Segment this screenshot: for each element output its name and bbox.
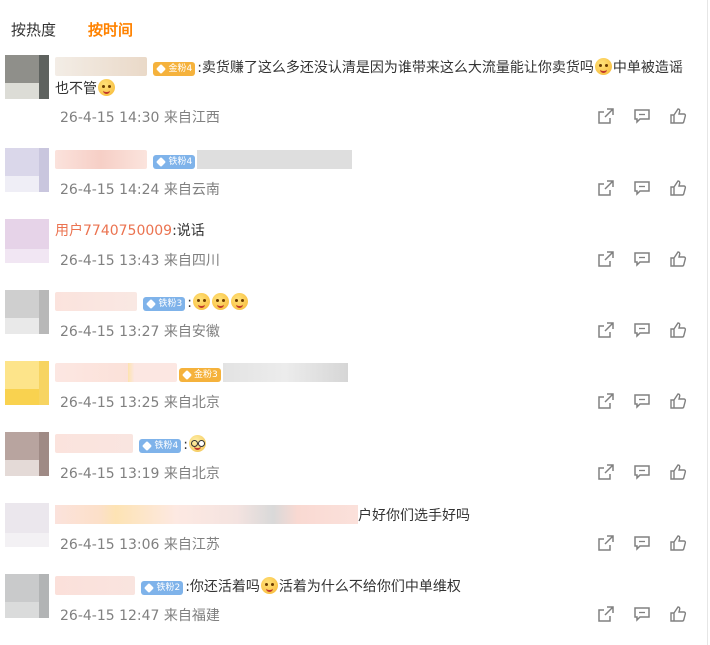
blurred-text bbox=[55, 505, 358, 524]
smile-emoji-icon bbox=[192, 293, 210, 310]
share-icon[interactable] bbox=[597, 463, 617, 481]
comment-content: 铁粉3: bbox=[55, 292, 695, 314]
fan-badge[interactable]: 铁粉4 bbox=[153, 155, 196, 169]
username-blurred[interactable] bbox=[55, 363, 177, 382]
comment-text: : bbox=[187, 295, 192, 311]
share-icon[interactable] bbox=[597, 605, 617, 623]
comment-icon[interactable] bbox=[633, 392, 653, 410]
share-icon[interactable] bbox=[597, 250, 617, 268]
comment-text-continued: 活着为什么不给你们中单维权 bbox=[278, 579, 461, 595]
comment-item: 金粉4:卖货赚了这么多还没认清是因为谁带来这么大流量能让你卖货吗 中单被造谣也不管… bbox=[0, 55, 708, 126]
comment-text: : bbox=[183, 437, 188, 453]
comment-actions bbox=[597, 107, 705, 125]
comment-icon[interactable] bbox=[633, 605, 653, 623]
share-icon[interactable] bbox=[597, 107, 617, 125]
avatar[interactable] bbox=[5, 574, 49, 618]
comment-meta: 26-4-15 13:06 来自江苏 bbox=[60, 537, 220, 553]
comment-item: 户好你们选手好吗 26-4-15 13:06 来自江苏 bbox=[0, 503, 708, 573]
smile-emoji-icon bbox=[260, 577, 278, 594]
smile-emoji-icon bbox=[211, 293, 229, 310]
blurred-text bbox=[222, 363, 348, 382]
username-blurred[interactable] bbox=[55, 434, 133, 453]
thumbs-up-icon[interactable] bbox=[669, 392, 689, 410]
comment-text: 户好你们选手好吗 bbox=[358, 508, 470, 524]
sort-tabs: 按热度 按时间 bbox=[11, 18, 165, 40]
fan-badge[interactable]: 金粉3 bbox=[179, 368, 221, 382]
fan-badge[interactable]: 铁粉3 bbox=[143, 297, 186, 311]
comment-meta: 26-4-15 13:25 来自北京 bbox=[60, 395, 220, 411]
comment-meta: 26-4-15 13:27 来自安徽 bbox=[60, 324, 220, 340]
comment-actions bbox=[597, 179, 705, 197]
comment-actions bbox=[597, 605, 705, 623]
glasses-emoji-icon bbox=[188, 435, 206, 452]
thumbs-up-icon[interactable] bbox=[669, 321, 689, 339]
comment-meta: 26-4-15 14:30 来自江西 bbox=[60, 110, 220, 126]
comment-actions bbox=[597, 463, 705, 481]
avatar[interactable] bbox=[5, 55, 49, 99]
comment-item: 金粉3 26-4-15 13:25 来自北京 bbox=[0, 361, 708, 431]
username-blurred[interactable] bbox=[55, 576, 135, 595]
comment-content: 金粉3 bbox=[55, 363, 695, 385]
comment-text: :说话 bbox=[172, 223, 205, 239]
comment-icon[interactable] bbox=[633, 534, 653, 552]
comment-actions bbox=[597, 250, 705, 268]
avatar[interactable] bbox=[5, 148, 49, 192]
fan-badge[interactable]: 金粉4 bbox=[153, 62, 196, 76]
blurred-text bbox=[197, 150, 353, 169]
thumbs-up-icon[interactable] bbox=[669, 179, 689, 197]
comment-item: 用户7740750009:说话 26-4-15 13:43 来自四川 bbox=[0, 219, 708, 289]
comment-text: :卖货赚了这么多还没认清是因为谁带来这么大流量能让你卖货吗 bbox=[197, 60, 594, 76]
smile-emoji-icon bbox=[594, 58, 612, 75]
tab-by-hot[interactable]: 按热度 bbox=[11, 19, 56, 40]
share-icon[interactable] bbox=[597, 321, 617, 339]
comment-content: 金粉4:卖货赚了这么多还没认清是因为谁带来这么大流量能让你卖货吗 中单被造谣也不管 bbox=[55, 57, 695, 100]
comment-icon[interactable] bbox=[633, 250, 653, 268]
comment-icon[interactable] bbox=[633, 463, 653, 481]
comment-item: 铁粉4: 26-4-15 13:19 来自北京 bbox=[0, 432, 708, 502]
comment-icon[interactable] bbox=[633, 321, 653, 339]
comment-actions bbox=[597, 392, 705, 410]
thumbs-up-icon[interactable] bbox=[669, 463, 689, 481]
username-blurred[interactable] bbox=[55, 292, 137, 311]
username-blurred[interactable] bbox=[55, 150, 147, 169]
smile-emoji-icon bbox=[98, 79, 115, 96]
comment-meta: 26-4-15 13:19 来自北京 bbox=[60, 466, 220, 482]
thumbs-up-icon[interactable] bbox=[669, 250, 689, 268]
tab-by-time[interactable]: 按时间 bbox=[88, 19, 133, 40]
comment-content: 铁粉2:你还活着吗 活着为什么不给你们中单维权 bbox=[55, 576, 695, 598]
comment-icon[interactable] bbox=[633, 107, 653, 125]
comment-actions bbox=[597, 534, 705, 552]
thumbs-up-icon[interactable] bbox=[669, 107, 689, 125]
comment-actions bbox=[597, 321, 705, 339]
avatar[interactable] bbox=[5, 432, 49, 476]
comment-content: 户好你们选手好吗 bbox=[55, 505, 695, 527]
comment-meta: 26-4-15 13:43 来自四川 bbox=[60, 253, 220, 269]
comment-item: 铁粉2:你还活着吗 活着为什么不给你们中单维权 26-4-15 12:47 来自福… bbox=[0, 574, 708, 644]
avatar[interactable] bbox=[5, 290, 49, 334]
share-icon[interactable] bbox=[597, 179, 617, 197]
comment-meta: 26-4-15 14:24 来自云南 bbox=[60, 182, 220, 198]
share-icon[interactable] bbox=[597, 534, 617, 552]
fan-badge[interactable]: 铁粉2 bbox=[141, 581, 184, 595]
comment-content: 用户7740750009:说话 bbox=[55, 221, 695, 242]
share-icon[interactable] bbox=[597, 392, 617, 410]
comment-text: :你还活着吗 bbox=[185, 579, 260, 595]
thumbs-up-icon[interactable] bbox=[669, 534, 689, 552]
username-blurred[interactable] bbox=[55, 57, 147, 76]
smile-emoji-icon bbox=[230, 293, 248, 310]
comment-meta: 26-4-15 12:47 来自福建 bbox=[60, 608, 220, 624]
comment-content: 铁粉4: bbox=[55, 434, 695, 456]
fan-badge[interactable]: 铁粉4 bbox=[139, 439, 182, 453]
avatar[interactable] bbox=[5, 503, 49, 547]
comment-icon[interactable] bbox=[633, 179, 653, 197]
comment-item: 铁粉3: 26-4-15 13:27 来自安徽 bbox=[0, 290, 708, 360]
comment-item: 铁粉4 26-4-15 14:24 来自云南 bbox=[0, 148, 708, 218]
username-link[interactable]: 用户7740750009 bbox=[55, 223, 172, 239]
avatar[interactable] bbox=[5, 361, 49, 405]
comment-content: 铁粉4 bbox=[55, 150, 695, 172]
comment-panel: 按热度 按时间 金粉4:卖货赚了这么多还没认清是因为谁带来这么大流量能让你卖货吗… bbox=[0, 0, 708, 645]
thumbs-up-icon[interactable] bbox=[669, 605, 689, 623]
avatar[interactable] bbox=[5, 219, 49, 263]
